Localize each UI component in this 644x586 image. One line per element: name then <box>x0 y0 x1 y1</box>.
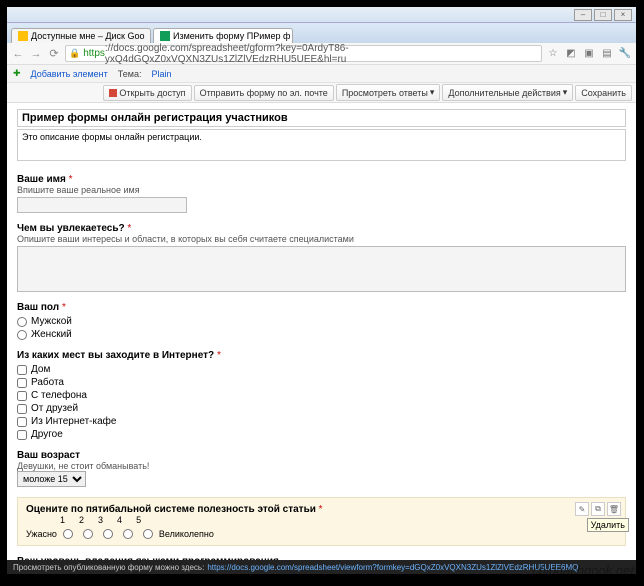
address-bar-row: ← → ⟳ 🔒 https://docs.google.com/spreadsh… <box>7 43 636 65</box>
window-minimize-button[interactable]: – <box>574 9 592 21</box>
view-responses-button[interactable]: Просмотреть ответы ▾ <box>336 84 441 101</box>
sheets-icon <box>160 31 170 41</box>
window-titlebar: – □ × <box>7 7 636 23</box>
age-select[interactable]: моложе 15 <box>17 471 86 487</box>
footer-text: Просмотреть опубликованную форму можно з… <box>13 563 204 572</box>
ext-icon-2[interactable]: ▣ <box>582 47 596 61</box>
back-button[interactable]: ← <box>11 47 25 61</box>
required-star: * <box>217 350 221 361</box>
required-star: * <box>62 302 66 313</box>
browser-tab[interactable]: Доступные мне – Диск Goo <box>11 28 151 43</box>
edit-icon[interactable]: ✎ <box>575 502 589 516</box>
add-element-link[interactable]: Добавить элемент <box>31 69 108 79</box>
more-actions-button[interactable]: Дополнительные действия ▾ <box>442 84 573 101</box>
form-header-block[interactable]: Это описание формы онлайн регистрации. <box>17 109 626 164</box>
wrench-icon[interactable]: 🔧 <box>618 47 632 61</box>
checkbox-input[interactable] <box>17 391 27 401</box>
question-block-places[interactable]: Из каких мест вы заходите в Интернет? * … <box>17 350 626 440</box>
checkbox-option[interactable]: Другое <box>17 429 626 440</box>
chevron-down-icon: ▾ <box>563 87 568 98</box>
question-label: Оцените по пятибальной системе полезност… <box>26 504 316 515</box>
required-star: * <box>127 223 131 234</box>
checkbox-option[interactable]: Дом <box>17 364 626 375</box>
share-button[interactable]: Открыть доступ <box>103 85 191 101</box>
form-editor-toolbar-2: Открыть доступ Отправить форму по эл. по… <box>7 83 636 103</box>
checkbox-input[interactable] <box>17 430 27 440</box>
delete-icon[interactable]: 🗑 <box>607 502 621 516</box>
question-help: Впишите ваше реальное имя <box>17 185 626 195</box>
theme-value-link[interactable]: Plain <box>151 69 171 79</box>
url-input[interactable]: 🔒 https://docs.google.com/spreadsheet/gf… <box>65 45 542 62</box>
radio-option[interactable]: Женский <box>17 329 626 340</box>
radio-option[interactable]: Мужской <box>17 316 626 327</box>
form-description-input[interactable]: Это описание формы онлайн регистрации. <box>17 129 626 161</box>
url-protocol: https <box>83 48 105 59</box>
question-help: Опишите ваши интересы и области, в котор… <box>17 234 626 244</box>
add-element-icon[interactable]: ✚ <box>13 68 21 79</box>
question-label: Чем вы увлекаетесь? <box>17 223 125 234</box>
browser-tab[interactable]: Изменить форму ПРимер ф × <box>153 28 293 43</box>
scale-radio[interactable] <box>123 529 133 539</box>
drive-icon <box>18 31 28 41</box>
browser-tab-strip: Доступные мне – Диск Goo Изменить форму … <box>7 23 636 43</box>
reload-button[interactable]: ⟳ <box>47 47 61 61</box>
ext-icon-1[interactable]: ◩ <box>564 47 578 61</box>
share-icon <box>109 89 117 97</box>
checkbox-input[interactable] <box>17 378 27 388</box>
question-help: Девушки, не стоит обманывать! <box>17 461 626 471</box>
scale-left-label: Ужасно <box>26 529 57 539</box>
question-label: Ваш пол <box>17 302 59 313</box>
required-star: * <box>69 174 73 185</box>
duplicate-icon[interactable]: ⧉ <box>591 502 605 516</box>
watermark-text: chingachgook.net <box>532 563 634 578</box>
question-label: Ваш возраст <box>17 450 626 461</box>
required-star: * <box>319 504 323 515</box>
checkbox-option[interactable]: Из Интернет-кафе <box>17 416 626 427</box>
radio-input[interactable] <box>17 317 27 327</box>
scale-radio[interactable] <box>63 529 73 539</box>
question-block-name[interactable]: Ваше имя * Впишите ваше реальное имя <box>17 174 626 213</box>
checkbox-input[interactable] <box>17 365 27 375</box>
bookmark-star-icon[interactable]: ☆ <box>546 47 560 61</box>
theme-label: Тема: <box>118 69 142 79</box>
scale-numbers: 12345 <box>60 515 617 525</box>
scale-radio[interactable] <box>103 529 113 539</box>
form-title-input[interactable] <box>17 109 626 127</box>
chevron-down-icon: ▾ <box>430 87 435 98</box>
question-block-age[interactable]: Ваш возраст Девушки, не стоит обманывать… <box>17 450 626 487</box>
scale-radios <box>63 529 153 539</box>
forward-button[interactable]: → <box>29 47 43 61</box>
checkbox-option[interactable]: Работа <box>17 377 626 388</box>
checkbox-input[interactable] <box>17 417 27 427</box>
radio-input[interactable] <box>17 330 27 340</box>
footer-link[interactable]: https://docs.google.com/spreadsheet/view… <box>207 563 578 572</box>
question-label: Ваше имя <box>17 174 66 185</box>
checkbox-option[interactable]: С телефона <box>17 390 626 401</box>
checkbox-option[interactable]: От друзей <box>17 403 626 414</box>
paragraph-answer-input[interactable] <box>17 246 626 292</box>
scale-right-label: Великолепно <box>159 529 214 539</box>
question-block-interests[interactable]: Чем вы увлекаетесь? * Опишите ваши интер… <box>17 223 626 292</box>
lock-icon: 🔒 <box>69 48 80 59</box>
question-block-gender[interactable]: Ваш пол * Мужской Женский <box>17 302 626 340</box>
delete-tooltip: Удалить <box>587 518 629 532</box>
form-editor-toolbar-1: ✚ Добавить элемент Тема: Plain <box>7 65 636 83</box>
form-canvas: Это описание формы онлайн регистрации. В… <box>7 103 636 560</box>
save-button[interactable]: Сохранить <box>575 85 632 101</box>
question-edit-toolbar: ✎ ⧉ 🗑 <box>575 502 621 516</box>
window-close-button[interactable]: × <box>614 9 632 21</box>
send-email-button[interactable]: Отправить форму по эл. почте <box>194 85 334 101</box>
question-label: Из каких мест вы заходите в Интернет? <box>17 350 214 361</box>
ext-icon-3[interactable]: ▤ <box>600 47 614 61</box>
url-path: ://docs.google.com/spreadsheet/gform?key… <box>105 43 538 65</box>
window-maximize-button[interactable]: □ <box>594 9 612 21</box>
checkbox-input[interactable] <box>17 404 27 414</box>
question-block-rating-selected[interactable]: ✎ ⧉ 🗑 Удалить Оцените по пятибальной сис… <box>17 497 626 546</box>
scale-radio[interactable] <box>83 529 93 539</box>
tab-label: Доступные мне – Диск Goo <box>31 31 144 41</box>
tab-label: Изменить форму ПРимер ф <box>173 31 290 41</box>
text-answer-input[interactable] <box>17 197 187 213</box>
scale-radio[interactable] <box>143 529 153 539</box>
